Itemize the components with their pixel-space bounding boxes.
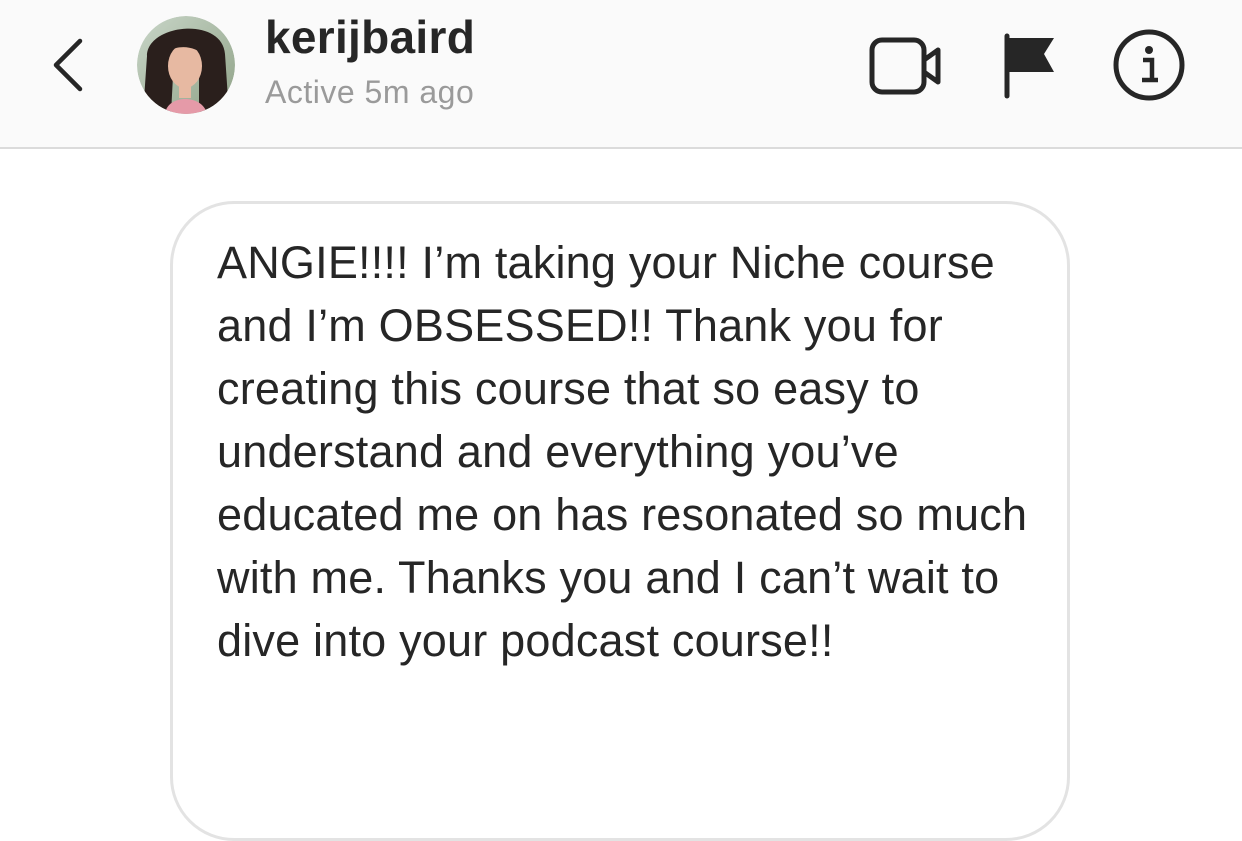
video-call-button[interactable] bbox=[864, 30, 948, 102]
active-status: Active 5m ago bbox=[265, 74, 475, 111]
flag-icon bbox=[1004, 33, 1054, 99]
avatar[interactable] bbox=[137, 16, 235, 114]
back-button[interactable] bbox=[40, 30, 96, 100]
report-flag-button[interactable] bbox=[996, 28, 1062, 102]
avatar-photo bbox=[137, 16, 235, 114]
chat-title-block[interactable]: kerijbaird Active 5m ago bbox=[265, 10, 475, 112]
username: kerijbaird bbox=[265, 11, 476, 63]
info-button[interactable] bbox=[1110, 26, 1188, 104]
video-camera-icon bbox=[869, 37, 941, 95]
message-text: ANGIE!!!! I’m taking your Niche course a… bbox=[217, 237, 1028, 666]
chevron-left-icon bbox=[53, 38, 83, 92]
info-icon bbox=[1113, 29, 1185, 101]
chat-header: kerijbaird Active 5m ago bbox=[0, 0, 1242, 149]
